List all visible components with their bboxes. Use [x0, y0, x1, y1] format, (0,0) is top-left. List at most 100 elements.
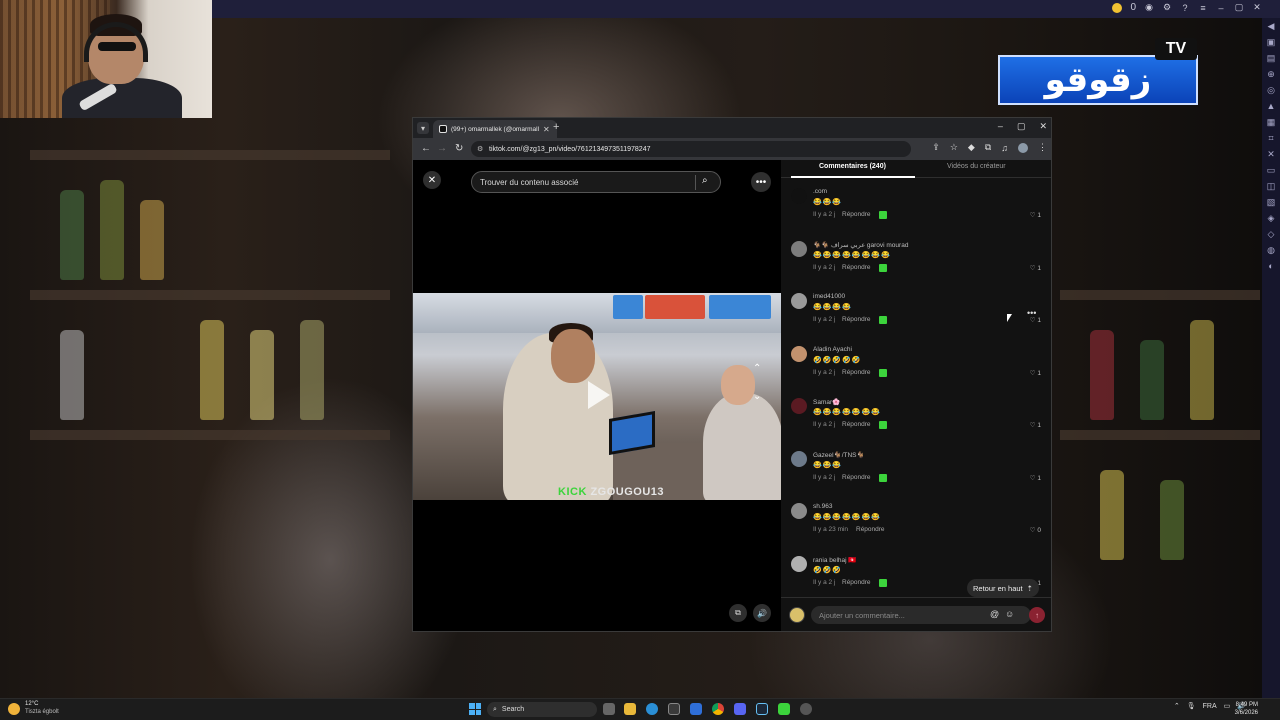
like-button[interactable]: ♡ 1	[1030, 421, 1041, 429]
comment-username[interactable]: Gazeel🐐/TNS🐐	[813, 451, 865, 459]
reply-button[interactable]: Répondre	[842, 316, 871, 323]
comment-username[interactable]: rania belhaj 🇹🇳	[813, 556, 857, 564]
reply-button[interactable]: Répondre	[842, 474, 871, 481]
video-player[interactable]: ⌃ ⌄ KICK ZGOUGOU13	[413, 293, 781, 500]
reply-button[interactable]: Répondre	[856, 526, 885, 533]
mention-icon[interactable]: @	[990, 609, 999, 619]
discord-icon[interactable]	[734, 703, 746, 715]
browser-tab[interactable]: (99+) omarmallek (@omarmallek) ✕	[433, 120, 557, 138]
volume-icon[interactable]: 🔊	[753, 604, 771, 622]
comment-username[interactable]: .com	[813, 188, 827, 195]
network-icon[interactable]: ▭	[1224, 702, 1231, 710]
settings-icon[interactable]: ⚙	[1162, 2, 1172, 13]
mail-icon[interactable]	[690, 703, 702, 715]
window-maximize-button[interactable]: ▢	[1017, 121, 1026, 132]
play-icon[interactable]	[588, 381, 610, 409]
tab-comments[interactable]: Commentaires (240)	[819, 163, 886, 170]
comment-avatar[interactable]	[791, 346, 807, 362]
task-view-icon[interactable]	[603, 703, 615, 715]
profile-avatar[interactable]	[1018, 142, 1028, 153]
comment-avatar[interactable]	[791, 451, 807, 467]
media-control-icon[interactable]: ♫	[1001, 143, 1008, 153]
reply-button[interactable]: Répondre	[842, 264, 871, 271]
dock-icon-6[interactable]: ▲	[1262, 98, 1280, 114]
reply-button[interactable]: Répondre	[842, 369, 871, 376]
back-to-top-button[interactable]: Retour en haut ⇡	[967, 579, 1039, 597]
reply-button[interactable]: Répondre	[842, 421, 871, 428]
microphone-icon[interactable]: 🎙	[1187, 702, 1196, 710]
like-button[interactable]: ♡ 0	[1030, 526, 1041, 534]
dock-icon-1[interactable]: ◀	[1262, 18, 1280, 34]
browser-menu-icon[interactable]: ⋮	[1038, 142, 1047, 153]
emoji-icon[interactable]: ☺	[1005, 609, 1014, 619]
comment-username[interactable]: sh.963	[813, 503, 833, 510]
tray-chevron-icon[interactable]: ⌃	[1174, 702, 1180, 710]
windows-start-icon[interactable]	[469, 703, 481, 715]
comment-username[interactable]: 🐐🐐 عربي سراف garovi mourad	[813, 241, 908, 249]
site-info-icon[interactable]: ⚙	[477, 145, 483, 153]
tab-creator-videos[interactable]: Vidéos du créateur	[947, 163, 1006, 170]
picture-in-picture-icon[interactable]: ⧉	[729, 604, 747, 622]
related-search-field[interactable]: Trouver du contenu associé ⌕	[471, 171, 721, 193]
search-icon[interactable]: ⌕	[702, 175, 708, 186]
reply-button[interactable]: Répondre	[842, 211, 871, 218]
comment-username[interactable]: Aladin Ayachi	[813, 346, 852, 353]
new-tab-button[interactable]: +	[553, 121, 559, 133]
url-field[interactable]: ⚙ tiktok.com/@zg13_pn/video/761213497351…	[471, 141, 911, 157]
window-minimize-button[interactable]: –	[998, 121, 1003, 132]
reply-button[interactable]: Répondre	[842, 579, 871, 586]
dock-icon-12[interactable]: ▧	[1262, 194, 1280, 210]
back-icon[interactable]: ←	[421, 143, 431, 154]
reload-icon[interactable]: ↻	[455, 143, 463, 154]
dock-icon-9[interactable]: ✕	[1262, 146, 1280, 162]
dock-icon-3[interactable]: ▤	[1262, 50, 1280, 66]
steam-icon[interactable]	[756, 703, 768, 715]
chrome-icon[interactable]	[712, 703, 724, 715]
my-avatar[interactable]	[789, 607, 805, 623]
like-button[interactable]: ♡ 1	[1030, 264, 1041, 272]
more-options-button[interactable]: •••	[751, 172, 771, 192]
store-icon[interactable]	[668, 703, 680, 715]
comment-avatar[interactable]	[791, 503, 807, 519]
dock-icon-5[interactable]: ◎	[1262, 82, 1280, 98]
menu-icon[interactable]: ≡	[1198, 3, 1208, 13]
comment-avatar[interactable]	[791, 398, 807, 414]
extension-icon[interactable]: ◆	[968, 142, 975, 153]
next-video-icon[interactable]: ⌄	[753, 391, 761, 402]
previous-video-icon[interactable]: ⌃	[753, 363, 761, 374]
obs-icon[interactable]	[800, 703, 812, 715]
comment-more-icon[interactable]: •••	[1027, 308, 1036, 318]
tab-close-icon[interactable]: ✕	[543, 125, 550, 134]
dock-icon-13[interactable]: ◈	[1262, 210, 1280, 226]
language-indicator[interactable]: FRA	[1203, 703, 1217, 710]
comment-username[interactable]: imed41000	[813, 293, 845, 300]
kick-icon[interactable]	[778, 703, 790, 715]
puzzle-icon[interactable]: ⧉	[985, 142, 991, 153]
comment-username[interactable]: Samar🌸	[813, 398, 840, 406]
dock-icon-7[interactable]: ▦	[1262, 114, 1280, 130]
minimize-icon[interactable]: –	[1216, 3, 1226, 13]
restore-icon[interactable]: ▢	[1234, 2, 1244, 13]
dock-icon-10[interactable]: ▭	[1262, 162, 1280, 178]
clock[interactable]: 8:49 PM 3/6/2026	[1235, 701, 1258, 717]
like-button[interactable]: ♡ 1	[1030, 369, 1041, 377]
close-icon[interactable]: ✕	[1252, 2, 1262, 13]
tab-search-button[interactable]: ▾	[417, 122, 429, 134]
dock-icon-14[interactable]: ◇	[1262, 226, 1280, 242]
comment-avatar[interactable]	[791, 188, 807, 204]
dock-icon-4[interactable]: ⊕	[1262, 66, 1280, 82]
dock-icon-2[interactable]: ▣	[1262, 34, 1280, 50]
like-button[interactable]: ♡ 1	[1030, 474, 1041, 482]
taskbar-search[interactable]: ⌕ Search	[487, 702, 597, 717]
profile-icon[interactable]: ◉	[1144, 2, 1154, 13]
forward-icon[interactable]: →	[437, 143, 447, 154]
dock-icon-16[interactable]: ◐	[1262, 258, 1280, 274]
like-button[interactable]: ♡ 1	[1030, 211, 1041, 219]
close-video-button[interactable]: ✕	[423, 171, 441, 189]
send-button[interactable]: ↑	[1029, 607, 1045, 623]
comment-avatar[interactable]	[791, 293, 807, 309]
dock-icon-8[interactable]: ⌗	[1262, 130, 1280, 146]
bookmark-star-icon[interactable]: ☆	[950, 142, 958, 153]
dock-icon-15[interactable]: ◍	[1262, 242, 1280, 258]
window-close-button[interactable]: ✕	[1039, 121, 1047, 132]
